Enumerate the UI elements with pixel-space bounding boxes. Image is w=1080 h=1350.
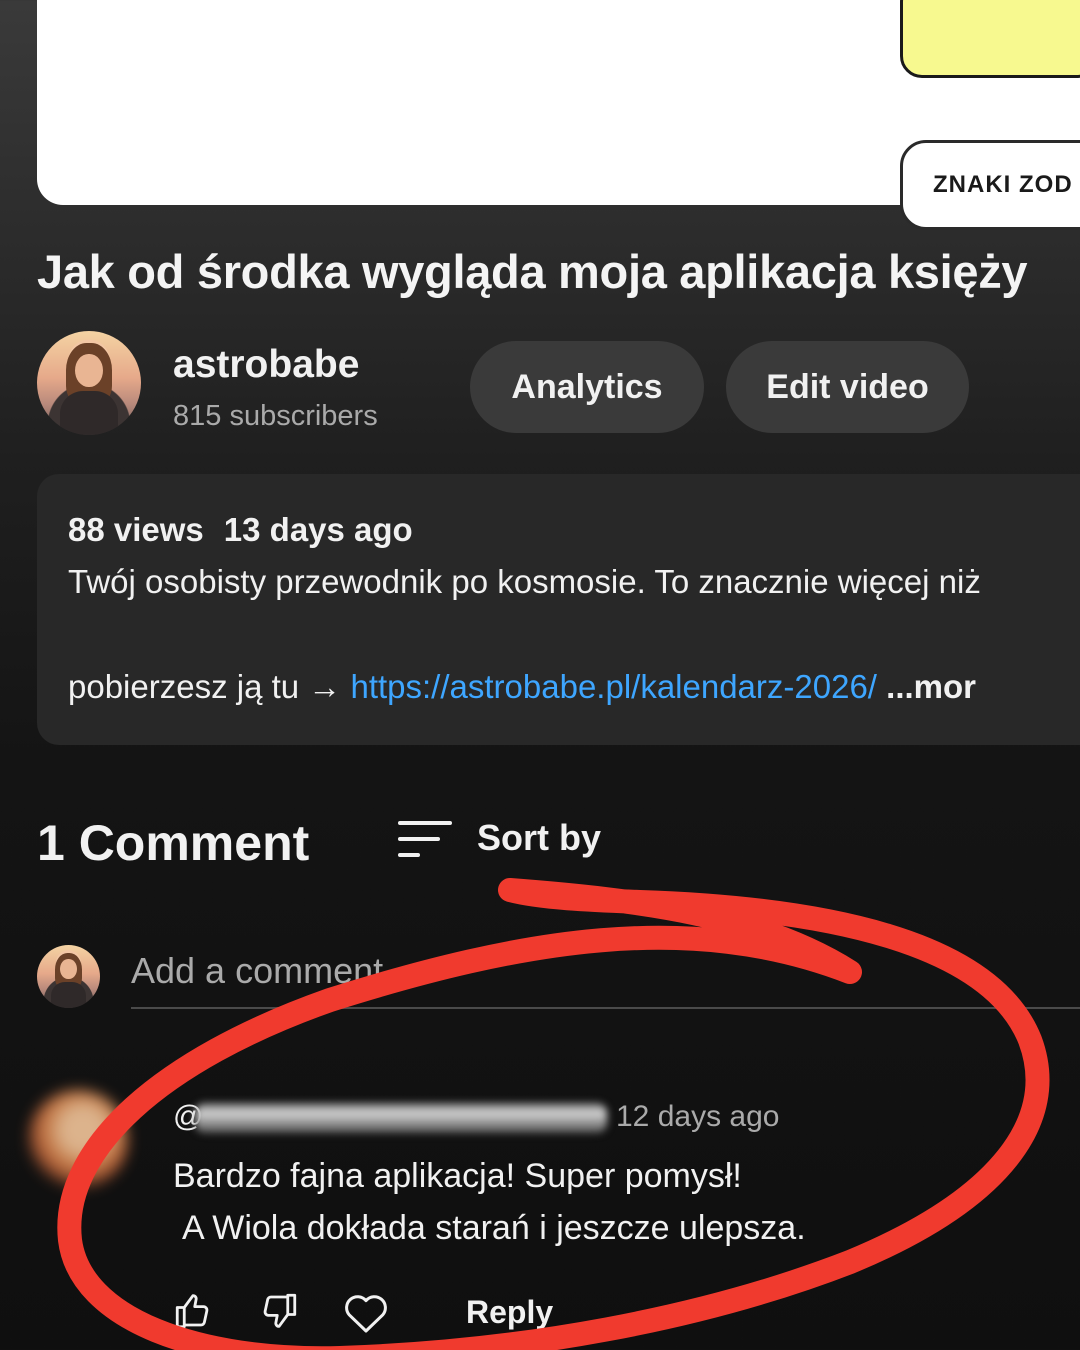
comment-text-line: A Wiola dokłada starań i jeszcze ulepsza… <box>182 1209 806 1247</box>
like-icon[interactable] <box>172 1290 214 1332</box>
comment-count: 1 Comment <box>37 815 310 871</box>
comment-time[interactable]: 12 days ago <box>616 1100 779 1134</box>
sort-by-button[interactable]: Sort by <box>477 817 601 859</box>
sort-icon[interactable] <box>398 819 454 861</box>
add-comment-input[interactable]: Add a comment <box>131 950 383 992</box>
comment-text-line: Bardzo fajna aplikacja! Super pomysł! <box>173 1157 742 1195</box>
commenter-avatar[interactable] <box>28 1090 128 1190</box>
description-text: Twój osobisty przewodnik po kosmosie. To… <box>68 563 981 600</box>
description-link[interactable]: https://astrobabe.pl/kalendarz-2026/ <box>350 668 877 705</box>
channel-name[interactable]: astrobabe <box>173 343 359 387</box>
upload-age: 13 days ago <box>223 511 413 548</box>
description-link-line: pobierzesz ją tu → https://astrobabe.pl/… <box>68 668 976 706</box>
description-link-prefix: pobierzesz ją tu → <box>68 668 351 705</box>
channel-avatar[interactable] <box>37 331 141 435</box>
user-avatar <box>37 945 100 1008</box>
video-title: Jak od środka wygląda moja aplikacja ksi… <box>37 245 1028 298</box>
comment-input-underline <box>131 1007 1080 1009</box>
edit-video-button[interactable]: Edit video <box>726 341 969 433</box>
zodiac-button[interactable]: ZNAKI ZOD <box>900 140 1080 230</box>
heart-icon[interactable] <box>342 1290 390 1334</box>
player-yellow-card <box>900 0 1080 78</box>
dislike-icon[interactable] <box>258 1290 300 1332</box>
subscriber-count: 815 subscribers <box>173 400 378 432</box>
view-count: 88 views <box>68 511 204 548</box>
commenter-name-blurred <box>195 1103 607 1133</box>
reply-button[interactable]: Reply <box>466 1294 553 1331</box>
analytics-button[interactable]: Analytics <box>470 341 704 433</box>
video-meta: 88 views 13 days ago <box>68 511 413 549</box>
show-more-button[interactable]: ...mor <box>877 668 976 705</box>
